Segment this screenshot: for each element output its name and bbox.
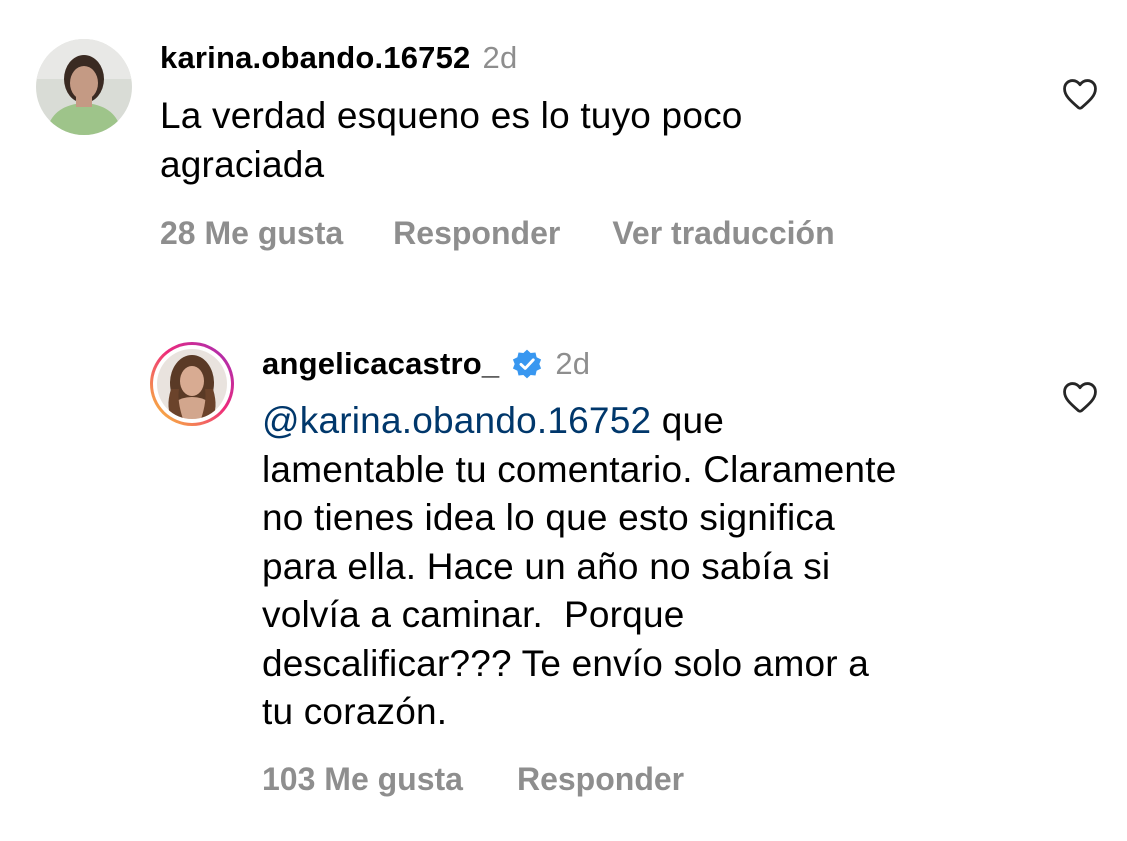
heart-icon: [1063, 79, 1097, 110]
avatar-image: [157, 349, 227, 419]
like-button[interactable]: [1061, 380, 1099, 414]
comment-text-line: tu corazón.: [262, 691, 448, 732]
avatar-story-ring[interactable]: [150, 342, 234, 426]
comment-text-line: La verdad esqueno es lo tuyo poco: [160, 95, 743, 136]
see-translation-button[interactable]: Ver traducción: [612, 215, 834, 252]
comment-text: @karina.obando.16752 que lamentable tu c…: [262, 397, 1062, 737]
comment-username: angelicacastro_ 2d: [262, 344, 590, 384]
verified-badge-icon: [513, 349, 542, 379]
reply-button[interactable]: Responder: [517, 761, 684, 798]
comment-text-line: para ella. Hace un año no sabía si: [262, 545, 831, 587]
comment-text-segment: que: [651, 400, 725, 441]
heart-icon: [1063, 382, 1097, 413]
comment-time: 2d: [482, 40, 518, 75]
comment-text-line: lamentable tu comentario. Claramente: [262, 448, 897, 490]
comment-text-line: volvía a caminar. Porque: [262, 594, 685, 635]
likes-count-button[interactable]: 28 Me gusta: [160, 215, 343, 252]
likes-count-button[interactable]: 103 Me gusta: [262, 761, 463, 798]
comment-text-line: no tienes idea lo que esto significa: [262, 497, 835, 538]
comment-text: La verdad esqueno es lo tuyo poco agraci…: [160, 92, 1020, 189]
comment-actions: 28 Me gusta Responder Ver traducción: [160, 215, 835, 252]
username-link[interactable]: karina.obando.16752: [160, 40, 471, 76]
comment-text-line: @karina.obando.16752 que: [262, 397, 1062, 446]
mention-link[interactable]: @karina.obando.16752: [262, 400, 651, 441]
like-button[interactable]: [1061, 77, 1099, 111]
comment-time: 2d: [555, 346, 591, 381]
avatar-image: [36, 39, 132, 135]
comment-text-line: descalificar??? Te envío solo amor a: [262, 642, 870, 684]
reply-button[interactable]: Responder: [393, 215, 560, 252]
comment-text-line: agraciada: [160, 143, 325, 185]
avatar[interactable]: [36, 39, 132, 135]
comment-username: karina.obando.16752 2d: [160, 38, 517, 78]
username-link[interactable]: angelicacastro_: [262, 346, 499, 382]
comment-actions: 103 Me gusta Responder: [262, 761, 684, 798]
